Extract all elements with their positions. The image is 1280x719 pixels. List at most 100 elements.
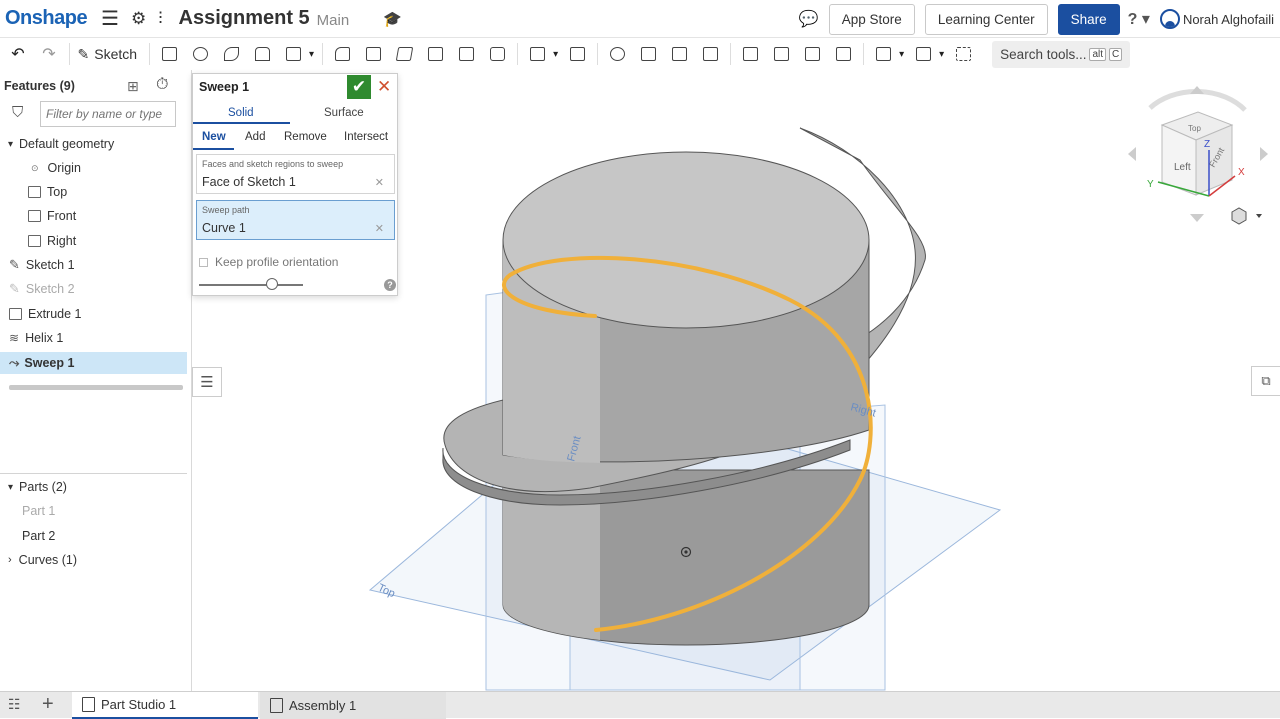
- rotate-down-icon[interactable]: [1190, 214, 1204, 222]
- comments-icon[interactable]: 💬: [799, 9, 819, 29]
- chevron-down-icon[interactable]: ▾: [899, 49, 904, 60]
- tab-assembly-1[interactable]: Assembly 1: [260, 692, 446, 719]
- split-icon[interactable]: [638, 43, 660, 65]
- sweep-icon[interactable]: [221, 43, 243, 65]
- orbit-ring[interactable]: [1148, 88, 1247, 112]
- keep-orientation-checkbox[interactable]: Keep profile orientation: [199, 255, 338, 269]
- default-geometry-folder[interactable]: ▾ Default geometry: [0, 133, 187, 155]
- hamburger-menu-icon[interactable]: ☰: [101, 6, 119, 31]
- tab-part-studio-1[interactable]: Part Studio 1: [72, 692, 258, 719]
- cancel-button[interactable]: ✕: [377, 77, 391, 97]
- rotate-right-icon[interactable]: [1260, 147, 1268, 161]
- parts-folder[interactable]: ▾ Parts (2): [0, 476, 187, 498]
- sketch-button[interactable]: ✎ Sketch: [78, 46, 138, 63]
- view-options-button[interactable]: [1231, 207, 1262, 225]
- undo-icon[interactable]: ↶: [7, 43, 29, 65]
- hole-icon[interactable]: [487, 43, 509, 65]
- op-add[interactable]: Add: [245, 131, 265, 143]
- parts-panel-button[interactable]: ⧉: [1251, 366, 1280, 396]
- rollback-bar[interactable]: [9, 385, 183, 390]
- feature-list-toggle-button[interactable]: ☰: [192, 367, 222, 397]
- faces-field[interactable]: Faces and sketch regions to sweep Face o…: [196, 154, 395, 194]
- chamfer-icon[interactable]: [363, 43, 385, 65]
- plane-icon[interactable]: [873, 43, 895, 65]
- filter-icon[interactable]: ⛉: [12, 104, 23, 121]
- delete-face-icon[interactable]: [771, 43, 793, 65]
- fillet-icon[interactable]: [332, 43, 354, 65]
- replace-face-icon[interactable]: [833, 43, 855, 65]
- document-title[interactable]: Assignment 5: [179, 7, 310, 30]
- add-folder-icon[interactable]: ⊞: [127, 78, 139, 95]
- linear-pattern-icon[interactable]: [527, 43, 549, 65]
- share-button[interactable]: Share: [1057, 3, 1120, 35]
- variables-icon[interactable]: ⫶: [158, 9, 162, 29]
- move-face-icon[interactable]: [802, 43, 824, 65]
- shell-icon[interactable]: [456, 43, 478, 65]
- sheet-metal-icon[interactable]: [913, 43, 935, 65]
- thicken-icon[interactable]: [283, 43, 305, 65]
- feature-helix-1[interactable]: ≋ Helix 1: [0, 327, 187, 349]
- filter-input[interactable]: [40, 101, 176, 127]
- loft-icon[interactable]: [252, 43, 274, 65]
- chevron-down-icon[interactable]: [1256, 214, 1262, 218]
- user-name[interactable]: Norah Alghofaili: [1183, 12, 1274, 27]
- accept-button[interactable]: ✔: [347, 75, 371, 99]
- onshape-logo[interactable]: Onshape: [5, 7, 88, 30]
- op-intersect[interactable]: Intersect: [344, 131, 388, 143]
- rib-icon[interactable]: [425, 43, 447, 65]
- chevron-right-icon[interactable]: ›: [8, 554, 12, 566]
- feature-top-plane[interactable]: Top: [0, 181, 187, 203]
- delete-part-icon[interactable]: [700, 43, 722, 65]
- tab-solid[interactable]: Solid: [228, 107, 254, 119]
- revolve-icon[interactable]: [190, 43, 212, 65]
- part-item[interactable]: Part 2: [0, 525, 187, 547]
- search-tools-button[interactable]: Search tools... alt C: [992, 40, 1131, 68]
- curves-folder[interactable]: › Curves (1): [0, 549, 187, 571]
- view-cube[interactable]: Top Left Front X Y Z: [1128, 86, 1268, 222]
- feature-right-plane[interactable]: Right: [0, 230, 187, 252]
- rotate-left-icon[interactable]: [1128, 147, 1136, 161]
- chevron-down-icon[interactable]: ▾: [553, 49, 558, 60]
- feature-label: Top: [47, 185, 68, 199]
- tab-surface[interactable]: Surface: [324, 107, 364, 119]
- cube-menu-icon[interactable]: [1231, 207, 1247, 225]
- help-icon[interactable]: ? ▾: [1128, 9, 1150, 29]
- feature-front-plane[interactable]: Front: [0, 205, 187, 227]
- op-new[interactable]: New: [202, 131, 226, 143]
- chevron-down-icon[interactable]: ▾: [309, 49, 314, 60]
- transform-icon[interactable]: [669, 43, 691, 65]
- modify-fillet-icon[interactable]: [740, 43, 762, 65]
- final-slider-knob[interactable]: [266, 278, 278, 290]
- clear-selection-icon[interactable]: ✕: [375, 222, 384, 235]
- add-tab-icon[interactable]: +: [42, 693, 54, 716]
- add-custom-feature-icon[interactable]: [953, 43, 975, 65]
- learning-center-button[interactable]: Learning Center: [924, 3, 1048, 35]
- feature-list-icon[interactable]: ⚙: [131, 9, 146, 29]
- top-face[interactable]: [502, 151, 870, 329]
- checkbox-box[interactable]: [199, 257, 208, 267]
- clear-selection-icon[interactable]: ✕: [375, 176, 384, 189]
- feature-sketch-1[interactable]: ✎ Sketch 1: [0, 254, 187, 276]
- redo-icon[interactable]: ↷: [38, 43, 60, 65]
- final-slider-track[interactable]: [199, 284, 303, 286]
- sweep-path-field[interactable]: Sweep path Curve 1 ✕: [196, 200, 395, 240]
- draft-icon[interactable]: [394, 43, 416, 65]
- extrude-icon[interactable]: [159, 43, 181, 65]
- rollback-timer-icon[interactable]: ⏱: [156, 76, 168, 94]
- avatar[interactable]: [1159, 9, 1180, 29]
- feature-extrude-1[interactable]: Extrude 1: [0, 303, 187, 325]
- feature-sketch-2[interactable]: ✎ Sketch 2: [0, 278, 187, 300]
- op-remove[interactable]: Remove: [284, 131, 327, 143]
- feature-sweep-1[interactable]: ⤳ Sweep 1: [0, 352, 187, 374]
- chevron-down-icon[interactable]: ▾: [8, 139, 13, 150]
- branch-name[interactable]: Main: [317, 12, 350, 29]
- help-icon[interactable]: ?: [384, 279, 396, 291]
- part-item[interactable]: Part 1: [0, 500, 187, 522]
- feature-origin[interactable]: ⊙ Origin: [0, 157, 187, 179]
- tab-manager-icon[interactable]: ☷: [8, 696, 21, 713]
- app-store-button[interactable]: App Store: [828, 3, 915, 35]
- mirror-icon[interactable]: [567, 43, 589, 65]
- boolean-icon[interactable]: [607, 43, 629, 65]
- chevron-down-icon[interactable]: ▾: [8, 482, 13, 493]
- chevron-down-icon[interactable]: ▾: [939, 49, 944, 60]
